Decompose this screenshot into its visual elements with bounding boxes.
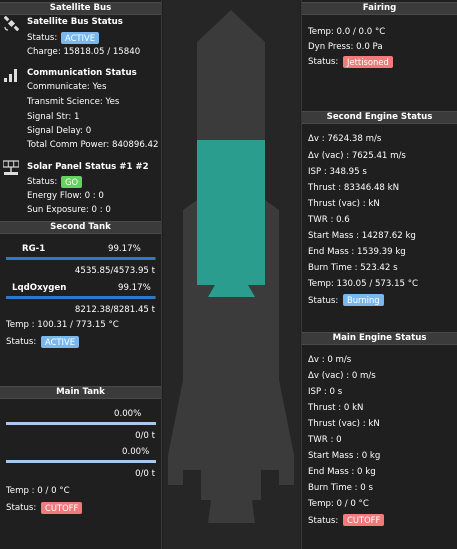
signal-bars-icon: [4, 69, 17, 82]
rocket-diagram: [168, 10, 294, 523]
main-engine-end-mass: End Mass : 0 kg: [308, 467, 376, 477]
main-engine-dv-vac: Δv (vac) : 0 m/s: [308, 371, 376, 381]
second-tank-temp: Temp : 100.31 / 773.15 °C: [6, 320, 119, 330]
main-tank-fuel2-amount: 0/0 t: [135, 469, 155, 479]
right-panel: Fairing Temp: 0.0 / 0.0 °C Dyn Press: 0.…: [301, 0, 457, 549]
comm-status-title: Communication Status: [27, 68, 137, 78]
second-engine-thrust-vac: Thrust (vac) : kN: [308, 199, 380, 209]
second-engine-dv: Δv : 7624.38 m/s: [308, 134, 382, 144]
satellite-bus-status-title: Satellite Bus Status: [27, 17, 123, 27]
main-engine-nozzle: [208, 500, 255, 523]
second-tank-fuel2-name: LqdOxygen: [12, 283, 67, 293]
satellite-bus-charge: Charge: 15818.05 / 15840: [27, 47, 141, 57]
satellite-bus-status-label: Status:: [27, 33, 58, 43]
main-engine-thrust-vac: Thrust (vac) : kN: [308, 419, 380, 429]
main-tank-fuel2-bar: [6, 460, 156, 463]
fairing-status-badge: Jettisoned: [343, 56, 393, 68]
main-engine-dv: Δv : 0 m/s: [308, 355, 352, 365]
total-comm-power-value: Total Comm Power: 840896.42: [27, 140, 159, 150]
second-engine-nozzle: [208, 285, 255, 297]
energy-flow-value: Energy Flow: 0 : 0: [27, 191, 104, 201]
second-tank-header: Second Tank: [0, 221, 161, 234]
main-tank-header: Main Tank: [0, 386, 161, 399]
main-tank-fuel2-pct: 0.00%: [122, 447, 150, 457]
second-stage-active: [197, 140, 265, 285]
fairing-header: Fairing: [302, 2, 457, 15]
second-engine-start-mass: Start Mass : 14287.62 kg: [308, 231, 416, 241]
solar-status-label: Status:: [27, 177, 58, 187]
second-tank-fuel2-pct: 99.17%: [118, 283, 151, 293]
second-engine-twr: TWR : 0.6: [308, 215, 350, 225]
main-engine-burn-time: Burn Time : 0 s: [308, 483, 373, 493]
second-tank-fuel1-name: RG-1: [22, 244, 46, 254]
signal-strength-value: Signal Str: 1: [27, 112, 80, 122]
second-engine-thrust: Thrust : 83346.48 kN: [308, 183, 400, 193]
second-engine-end-mass: End Mass : 1539.39 kg: [308, 247, 406, 257]
second-tank-fuel1-bar: [6, 257, 156, 260]
second-tank-fuel1-pct: 99.17%: [108, 244, 141, 254]
second-tank-fuel2-amount: 8212.38/8281.45 t: [74, 305, 155, 315]
second-engine-dv-vac: Δv (vac) : 7625.41 m/s: [308, 151, 406, 161]
second-engine-status-badge: Burning: [343, 294, 384, 306]
main-engine-isp: ISP : 0 s: [308, 387, 343, 397]
main-tank-status-badge: CUTOFF: [41, 502, 83, 514]
solar-panel-icon: [3, 160, 19, 175]
main-tank-temp: Temp : 0 / 0 °C: [6, 486, 70, 496]
fairing-temp: Temp: 0.0 / 0.0 °C: [308, 27, 386, 37]
main-engine-temp: Temp: 0 / 0 °C: [308, 499, 369, 509]
second-tank-status-badge: ACTIVE: [41, 336, 80, 348]
second-tank-fuel2-fill: [6, 296, 155, 299]
main-tank-fuel1-amount: 0/0 t: [135, 431, 155, 441]
fairing-dyn-press: Dyn Press: 0.0 Pa: [308, 42, 383, 52]
second-engine-status-label: Status:: [308, 296, 339, 306]
second-tank-fuel1-fill: [6, 257, 155, 260]
solar-panel-status-title: Solar Panel Status #1 #2: [27, 162, 149, 172]
transmit-science-value: Transmit Science: Yes: [27, 97, 120, 107]
satellite-bus-header: Satellite Bus: [0, 2, 161, 15]
sun-exposure-value: Sun Exposure: 0 : 0: [27, 205, 111, 215]
second-engine-header: Second Engine Status: [302, 111, 457, 124]
rocket-view: [163, 0, 300, 549]
communicate-value: Communicate: Yes: [27, 82, 107, 92]
main-tank-fuel1-bar: [6, 422, 156, 425]
main-engine-header: Main Engine Status: [302, 332, 457, 345]
main-engine-status-badge: CUTOFF: [343, 514, 385, 526]
second-tank-status-label: Status:: [6, 337, 37, 347]
satellite-bus-status-badge: ACTIVE: [61, 32, 100, 44]
fairing-status-label: Status:: [308, 57, 339, 67]
main-engine-twr: TWR : 0: [308, 435, 342, 445]
main-engine-thrust: Thrust : 0 kN: [308, 403, 364, 413]
second-tank-fuel2-bar: [6, 296, 156, 299]
main-engine-start-mass: Start Mass : 0 kg: [308, 451, 381, 461]
main-tank-status-label: Status:: [6, 503, 37, 513]
main-engine-status-label: Status:: [308, 516, 339, 526]
second-engine-isp: ISP : 348.95 s: [308, 167, 367, 177]
second-engine-temp: Temp: 130.05 / 573.15 °C: [308, 279, 419, 289]
second-engine-burn-time: Burn Time : 523.42 s: [308, 263, 398, 273]
left-panel: Satellite Bus Satellite Bus Status Statu…: [0, 0, 162, 549]
satellite-icon: [4, 16, 19, 31]
second-tank-fuel1-amount: 4535.85/4573.95 t: [74, 266, 155, 276]
signal-delay-value: Signal Delay: 0: [27, 126, 92, 136]
main-tank-fuel1-pct: 0.00%: [114, 409, 142, 419]
solar-status-badge: GO: [61, 176, 83, 188]
